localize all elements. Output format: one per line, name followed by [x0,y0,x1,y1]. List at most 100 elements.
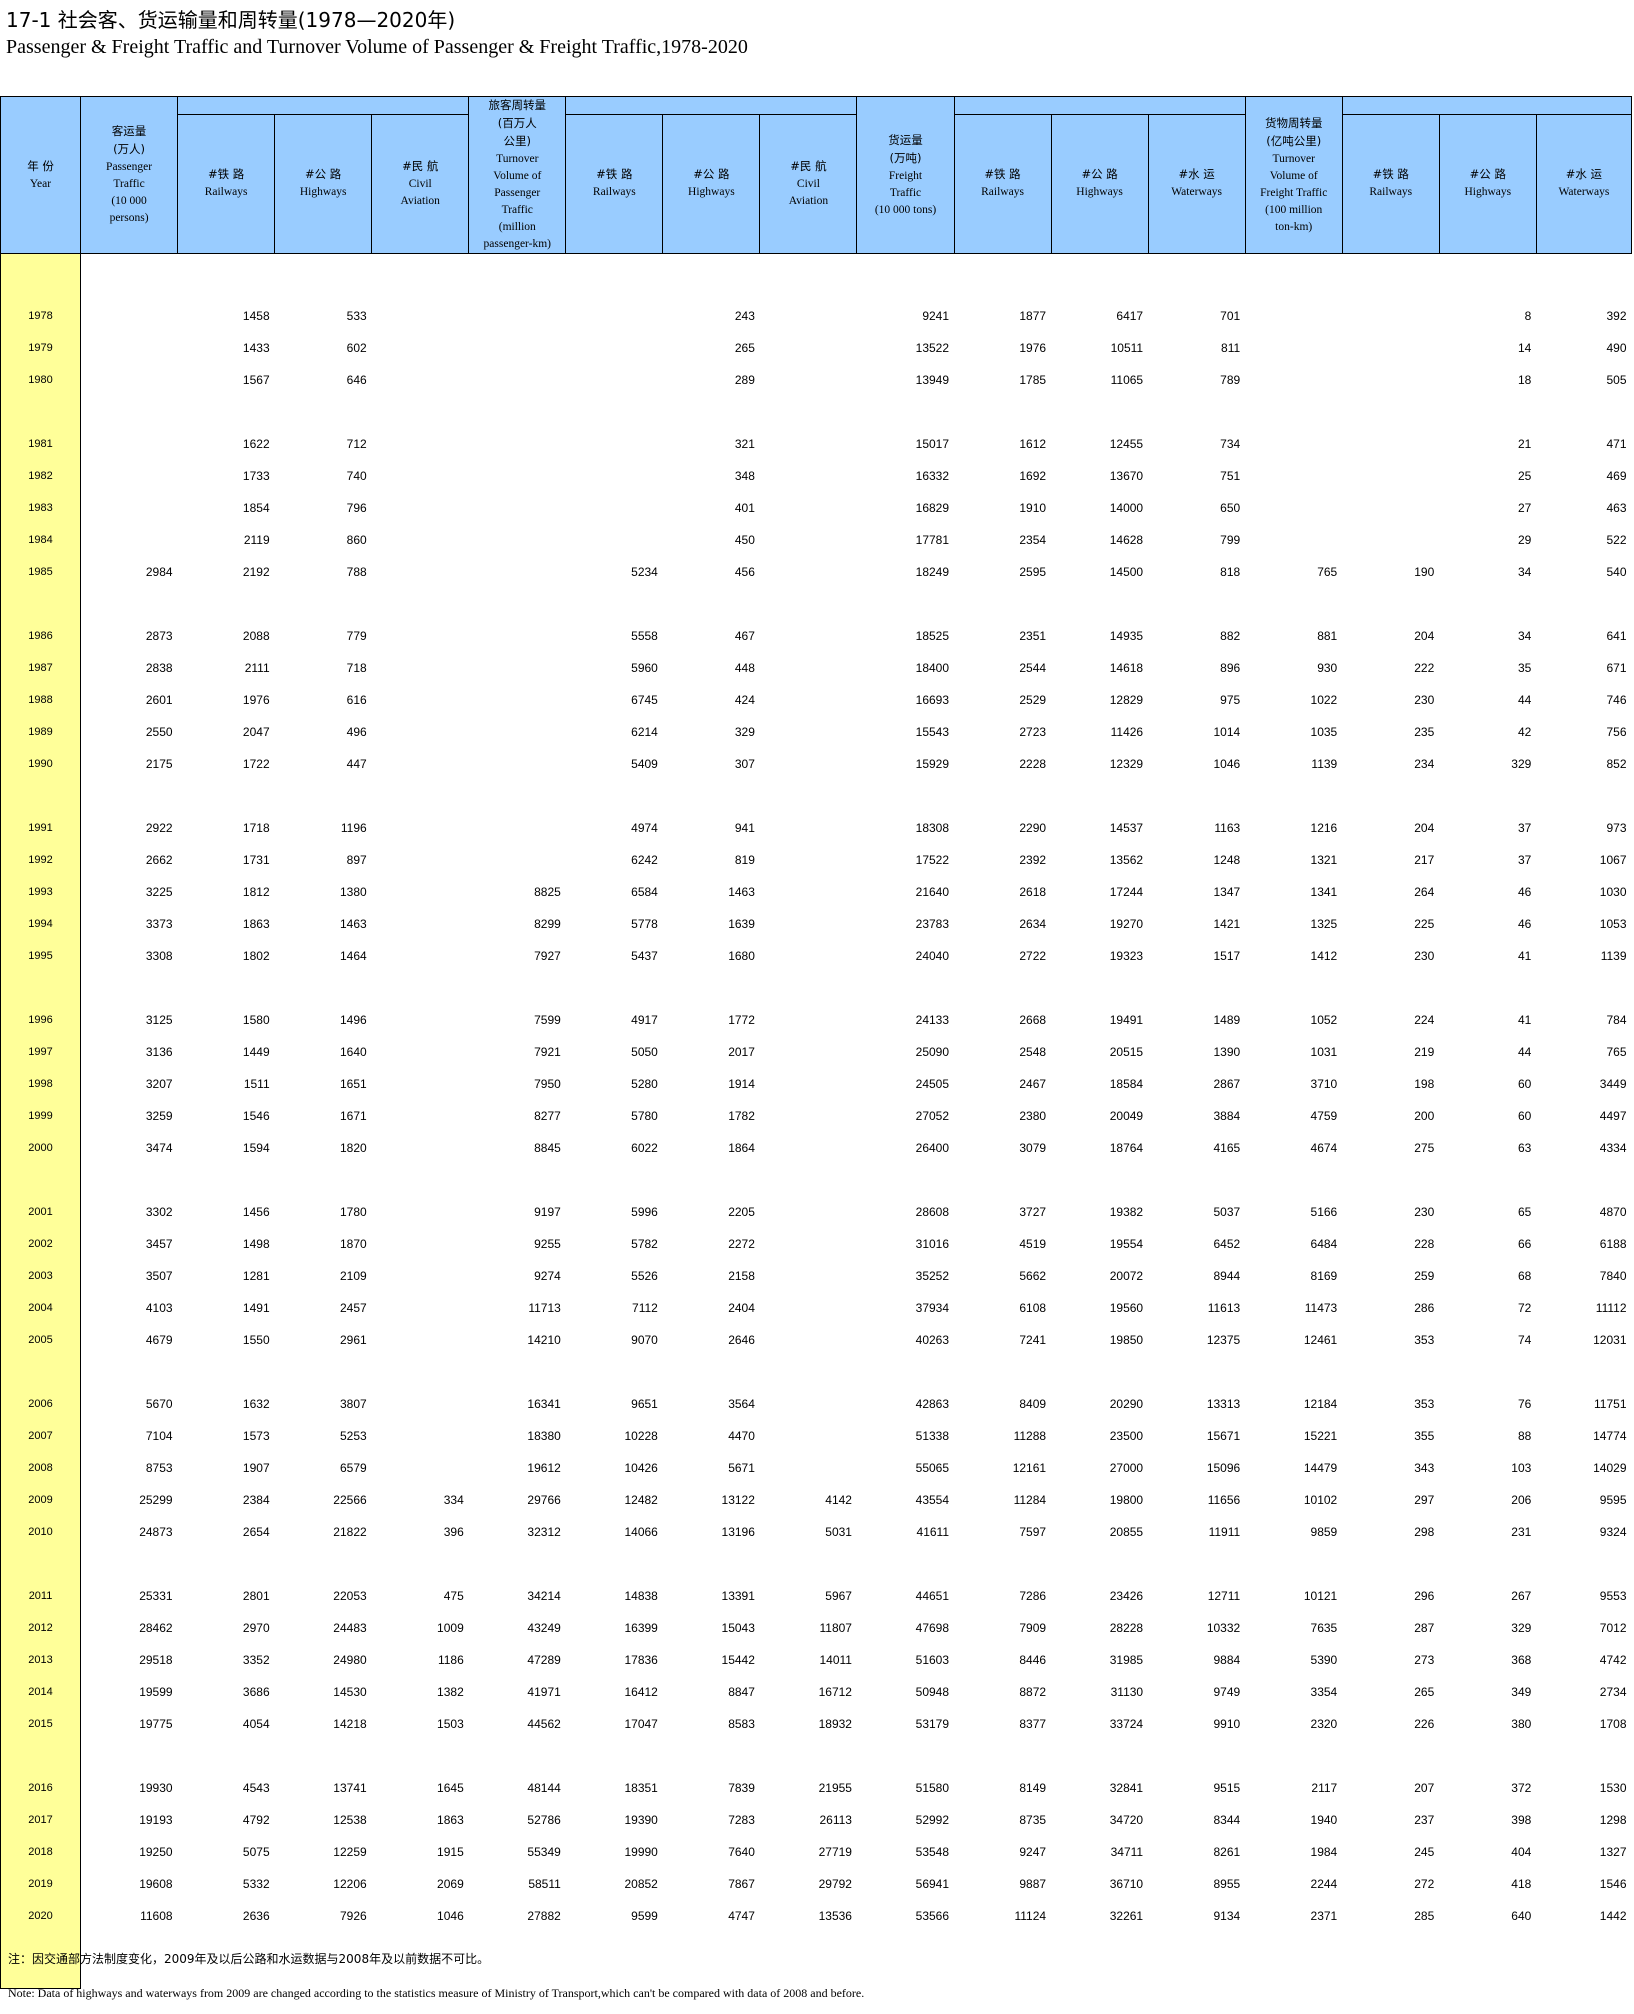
value-cell: 1390 [1213,1045,1241,1059]
value-cell: 40263 [915,1333,950,1347]
value-cell: 746 [1606,693,1627,707]
value-cell: 1692 [1019,469,1047,483]
value-cell: 1612 [1019,437,1047,451]
value-cell: 1915 [437,1845,464,1859]
value-cell [1342,332,1439,364]
value-cell: 43554 [915,1493,950,1507]
value-cell: 1046 [437,1909,464,1923]
header-line: Railways [592,186,636,199]
value-cell: 31985 [1109,1653,1144,1667]
value-cell: 1022 [1310,693,1338,707]
value-cell: 224 [1414,1013,1435,1027]
value-cell: 8299 [534,917,561,931]
value-cell: 53179 [915,1717,950,1731]
value-cell: 5996 [631,1205,658,1219]
value-cell: 15221 [1303,1429,1338,1443]
value-cell: 51603 [915,1653,950,1667]
value-cell: 418 [1511,1877,1532,1891]
value-cell: 2467 [1019,1077,1047,1091]
value-cell: 8955 [1213,1877,1241,1891]
value-cell: 226 [1414,1717,1435,1731]
value-cell: 3308 [145,949,173,963]
value-cell [1342,524,1439,556]
year-cell: 1996 [0,1004,82,1036]
value-cell: 47289 [527,1653,561,1667]
header-line: (100 million [1265,203,1323,216]
value-cell [372,524,469,556]
value-cell: 6108 [1019,1301,1047,1315]
table-row: 1996 3125 1580 1496 7599 4917 1772 24133 2668 194… [0,1004,1632,1036]
value-cell [469,844,566,876]
value-cell: 10426 [624,1461,658,1475]
value-cell: 190 [1414,565,1435,579]
value-cell: 2290 [1019,821,1047,835]
value-cell: 44 [1517,1045,1532,1059]
value-cell: 10228 [624,1429,658,1443]
value-cell [1245,428,1342,460]
table-row: 1984 2119 860 450 17781 2354 14628 799 29 522 [0,524,1632,556]
value-cell: 490 [1606,341,1627,355]
value-cell: 20852 [624,1877,658,1891]
header-pt-railways: #铁 路 Railways [565,113,664,255]
header-freight-turnover: 货物周转量 (亿吨公里) Turnover Volume of Freight Traf… [1244,96,1343,254]
value-cell: 44562 [527,1717,561,1731]
value-cell: 9595 [1599,1493,1627,1507]
value-cell: 29766 [527,1493,561,1507]
value-cell: 16829 [915,501,950,515]
value-cell: 1907 [242,1461,270,1475]
value-cell: 12206 [333,1877,367,1891]
value-cell: 1421 [1213,917,1241,931]
value-cell: 9070 [631,1333,658,1347]
value-cell: 1412 [1310,949,1338,963]
value-cell: 235 [1414,725,1435,739]
table-row: 2017 19193 4792 12538 1863 52786 19390 7283 2611… [0,1804,1632,1836]
table-row: 2018 19250 5075 12259 1915 55349 19990 7640 2771… [0,1836,1632,1868]
value-cell: 4674 [1310,1141,1338,1155]
value-cell: 3807 [339,1397,367,1411]
value-cell: 1327 [1599,1845,1627,1859]
value-cell: 1567 [242,373,270,387]
value-cell: 14011 [819,1653,852,1667]
value-cell: 16341 [527,1397,561,1411]
year-cell: 2017 [0,1804,82,1836]
value-cell: 12829 [1109,693,1144,707]
value-cell [760,1004,857,1036]
value-cell: 5253 [339,1429,367,1443]
value-cell: 11751 [1594,1397,1627,1411]
value-cell [760,940,857,972]
value-cell: 265 [734,341,755,355]
value-cell [566,524,663,556]
value-cell: 1731 [242,853,270,867]
value-cell: 765 [1317,565,1338,579]
value-cell: 353 [1414,1333,1435,1347]
value-cell: 7241 [1019,1333,1047,1347]
value-cell: 475 [443,1589,464,1603]
year-cell: 1978 [0,300,82,332]
value-cell: 13562 [1109,853,1144,867]
table-row: 1994 3373 1863 1463 8299 5778 1639 23783 2634 192… [0,908,1632,940]
value-cell: 3710 [1310,1077,1338,1091]
value-cell: 811 [1221,341,1241,355]
year-cell: 1984 [0,524,82,556]
value-cell [372,300,469,332]
value-cell: 1976 [242,693,270,707]
year-cell: 1989 [0,716,82,748]
value-cell [372,940,469,972]
value-cell: 2668 [1019,1013,1047,1027]
value-cell: 33724 [1109,1717,1144,1731]
table-row: 1999 3259 1546 1671 8277 5780 1782 27052 2380 200… [0,1100,1632,1132]
value-cell: 47698 [915,1621,950,1635]
value-cell: 3136 [145,1045,173,1059]
table-row: 1997 3136 1449 1640 7921 5050 2017 25090 2548 205… [0,1036,1632,1068]
value-cell [469,716,566,748]
value-cell: 2801 [242,1589,270,1603]
value-cell: 2069 [437,1877,464,1891]
value-cell: 469 [1606,469,1627,483]
value-cell: 1463 [728,885,755,899]
value-cell: 2320 [1310,1717,1338,1731]
value-cell: 43249 [527,1621,561,1635]
value-cell: 1546 [1599,1877,1627,1891]
value-cell: 52786 [527,1813,561,1827]
value-cell: 297 [1414,1493,1435,1507]
value-cell: 28608 [915,1205,950,1219]
